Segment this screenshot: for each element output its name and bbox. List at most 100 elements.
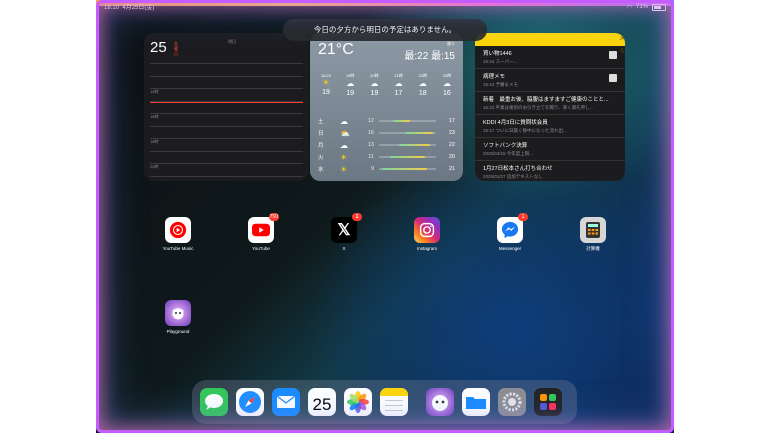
safari-icon[interactable] (236, 388, 264, 416)
daily-row: 水 ☀ 9 21 (318, 163, 455, 175)
note-item[interactable]: 新着 最重お後、脇腹はますますご健康のことと... 16:22 平素は格別のお引き… (475, 92, 625, 115)
hour-row: 14時 (150, 88, 303, 101)
app-playground[interactable]: Playground (153, 300, 203, 334)
weather-temp: 21°C (318, 41, 354, 58)
cloud-icon: ☁ (340, 140, 348, 150)
calendar-hours: 14時 16時 18時 20時 (150, 63, 303, 188)
hourly-forecast: 18:22 ☀ 19 19時 ☁ 19 20時 ☁ 19 21時 ☁ 17 22時 ☁ 18 23時… (314, 73, 459, 97)
weather-hilo-block: 曇り最:22 最:15 (404, 41, 455, 62)
note-title: 買い物1446 (483, 51, 512, 57)
daily-day: 水 (318, 167, 324, 173)
hour-row: 20時 (150, 163, 303, 176)
note-title: 新着 最重お後、脇腹はますますご健康のことと... (483, 97, 609, 103)
temp-range-bar (379, 144, 436, 146)
daily-high: 22 (448, 142, 455, 148)
daily-day: 月 (318, 143, 324, 149)
hourly-item: 18:22 ☀ 19 (314, 73, 338, 97)
messages-icon[interactable] (200, 388, 228, 416)
app-x[interactable]: 𝕏1 X (319, 213, 369, 251)
ipad-home-screen: 18:10 4月25日(金) ◠ 71% 25 金曜日 明日 14時 16時 18… (96, 0, 674, 433)
hourly-temp: 18 (418, 90, 427, 97)
app-youtube[interactable]: 750 YouTube (236, 213, 286, 251)
daily-day: 日 (318, 131, 324, 137)
hour-row (150, 150, 303, 164)
notes-widget[interactable]: メモ 買い物1446 16:44 スーパー... 病理メモ 16:44 予審まメモ … (475, 33, 625, 181)
calendar-tomorrow-column: 明日 (228, 39, 236, 51)
cloud-icon: ☁ (442, 79, 451, 88)
files-icon[interactable] (462, 388, 490, 416)
temp-range-fill (404, 132, 434, 134)
daily-forecast: 土 ☁ 12 17 日 ⛅ 16 23 月 ☁ 13 22 火 ☀ 11 20 水 ☀ 9 21 (318, 115, 455, 175)
note-title: 病理メモ (483, 74, 506, 80)
current-time-line (150, 102, 303, 103)
daily-row: 日 ⛅ 16 23 (318, 127, 455, 139)
notes-app-icon[interactable] (380, 388, 408, 416)
app-label: Playground (166, 329, 190, 334)
calendar-day: 25 (150, 39, 167, 56)
settings-icon[interactable] (498, 388, 526, 416)
sun-icon: ☀ (340, 152, 348, 162)
note-sub: 16:44 予審まメモ (483, 82, 519, 87)
hourly-temp: 17 (394, 90, 403, 97)
cloud-icon: ☁ (370, 79, 379, 88)
playground-dock-icon[interactable] (426, 388, 454, 416)
calendar-widget[interactable]: 25 金曜日 明日 14時 16時 18時 20時 (144, 33, 309, 181)
daily-high: 17 (448, 118, 455, 124)
app-messenger[interactable]: 1 Messenger (485, 213, 535, 251)
calendar-app-icon[interactable]: 25 (308, 388, 336, 416)
battery-icon (652, 3, 666, 11)
app-calculator[interactable]: 計算機 (568, 217, 618, 252)
dock: 25 (192, 380, 577, 424)
app-label: 計算機 (586, 246, 600, 251)
notification-badge: 1 (352, 213, 362, 221)
hour-row: 16時 (150, 113, 303, 126)
note-title: 1月27日松本さん打ち合わせ (483, 166, 553, 172)
daily-high: 20 (448, 154, 455, 160)
photos-icon[interactable] (344, 388, 372, 416)
weather-hilo: 最:22 最:15 (404, 51, 455, 62)
daily-low: 16 (367, 130, 374, 136)
note-item[interactable]: KDDI 4月3日に質問状会員 15:17 ついに日無く静中になった流れ出... (475, 115, 625, 138)
hourly-temp: 16 (443, 90, 451, 97)
weather-widget[interactable]: 21°C 曇り 最:22 最:15 18:22 ☀ 19 19時 ☁ 19 20時 ☁ 19 … (310, 33, 463, 181)
note-item[interactable]: ソフトバンク決算 2025/04/15 今年度上期... (475, 138, 625, 161)
app-instagram[interactable]: Instagram (402, 217, 452, 251)
cloud-icon: ⛅ (340, 128, 350, 138)
cloud-icon: ☁ (340, 116, 348, 126)
daily-low: 12 (367, 118, 374, 124)
mail-icon[interactable] (272, 388, 300, 416)
note-sub: 2025/01/27 追加テキストなし (483, 174, 543, 179)
hour-row (150, 63, 303, 76)
notification-banner[interactable]: 今日の夕方から明日の予定はありません。 (283, 19, 487, 41)
weather-condition: 曇り (447, 41, 455, 46)
hour-row (150, 125, 303, 139)
app-label: YouTube (252, 246, 270, 251)
playground-icon (165, 300, 191, 326)
daily-row: 火 ☀ 11 20 (318, 151, 455, 163)
status-battery: 71% (635, 4, 648, 10)
daily-row: 月 ☁ 13 22 (318, 139, 455, 151)
temp-range-bar (379, 120, 436, 122)
notification-badge: 1 (518, 213, 528, 221)
hour-row (150, 75, 303, 89)
youtube-music-icon (165, 217, 191, 243)
sun-icon: ☀ (322, 78, 330, 87)
hourly-item: 23時 ☁ 16 (435, 73, 459, 97)
app-youtube-music[interactable]: YouTube Music (153, 217, 203, 251)
hour-row (150, 175, 303, 189)
note-item[interactable]: 買い物1446 16:44 スーパー... (475, 46, 625, 69)
note-sub: 2025/04/15 今年度上期... (483, 151, 534, 156)
note-item[interactable]: 病理メモ 16:44 予審まメモ (475, 69, 625, 92)
temp-range-bar (379, 156, 436, 158)
calculator-icon (580, 217, 606, 243)
calendar-col-label: 明日 (228, 39, 236, 44)
note-item[interactable]: 1月27日松本さん打ち合わせ 2025/01/27 追加テキストなし (475, 161, 625, 181)
note-sub: 16:44 スーパー... (483, 59, 518, 64)
app-label: Messenger (498, 246, 522, 251)
app-library-icon[interactable] (534, 388, 562, 416)
hourly-temp: 19 (346, 90, 355, 97)
hourly-item: 22時 ☁ 18 (411, 73, 435, 97)
x-icon: 𝕏1 (331, 213, 362, 243)
notes-header: メモ (475, 33, 625, 55)
temp-range-fill (381, 168, 428, 170)
